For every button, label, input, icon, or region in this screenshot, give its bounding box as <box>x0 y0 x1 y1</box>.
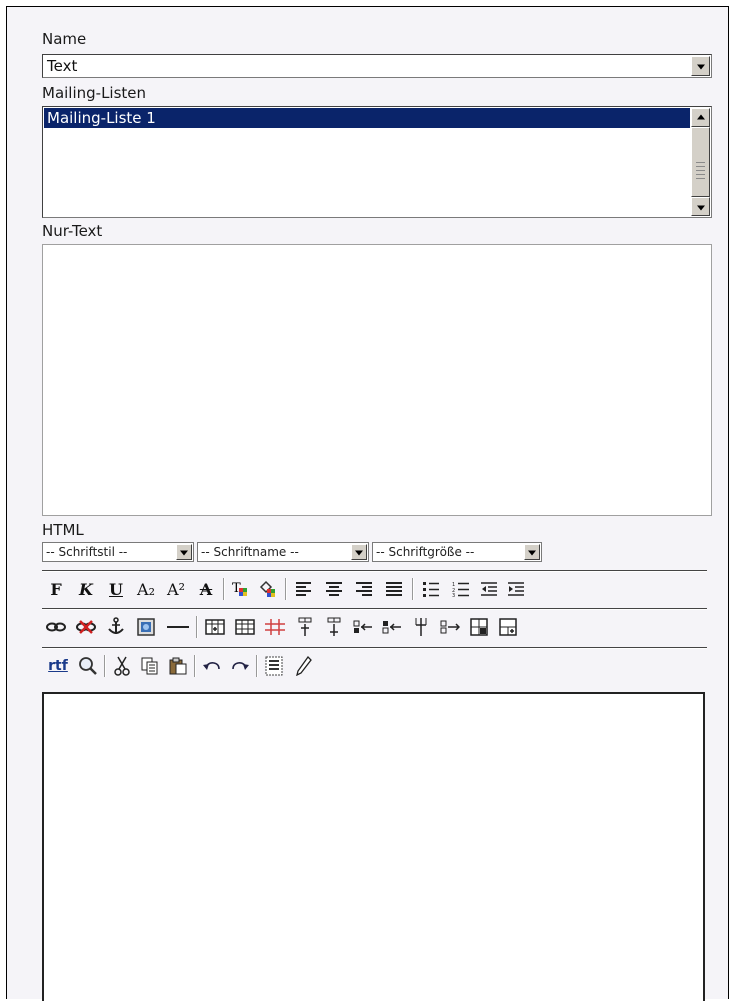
align-left-icon[interactable] <box>292 577 316 601</box>
font-size-select[interactable]: -- Schriftgröße -- <box>372 542 542 562</box>
chevron-down-icon[interactable] <box>351 544 367 560</box>
unordered-list-icon[interactable] <box>419 577 443 601</box>
scroll-up-icon[interactable] <box>691 108 710 127</box>
mailing-lists-label: Mailing-Listen <box>42 84 147 102</box>
insert-row-above-icon[interactable] <box>293 615 317 639</box>
font-size-select-value: -- Schriftgröße -- <box>376 545 475 559</box>
chevron-down-icon[interactable] <box>524 544 540 560</box>
select-all-icon[interactable] <box>262 654 286 678</box>
redo-icon[interactable] <box>228 654 252 678</box>
bold-icon[interactable]: F <box>44 577 68 601</box>
name-select[interactable]: Text <box>42 54 712 78</box>
chevron-down-icon[interactable] <box>691 56 710 76</box>
find-icon[interactable] <box>76 654 100 678</box>
scroll-thumb[interactable] <box>691 127 710 197</box>
indent-icon[interactable] <box>504 577 528 601</box>
paste-rtf-icon[interactable]: rtf <box>44 654 72 678</box>
insert-toolbar <box>42 613 712 641</box>
mailing-lists-listbox[interactable]: Mailing-Liste 1 <box>42 106 712 218</box>
image-icon[interactable] <box>134 615 158 639</box>
insert-column-right-icon[interactable] <box>409 615 433 639</box>
listbox-scrollbar[interactable] <box>691 108 710 216</box>
toolbar-divider <box>42 608 707 610</box>
name-select-value: Text <box>47 57 78 75</box>
delete-row-icon[interactable] <box>351 615 375 639</box>
undo-icon[interactable] <box>200 654 224 678</box>
align-right-icon[interactable] <box>352 577 376 601</box>
svg-text:3: 3 <box>452 593 455 597</box>
html-label: HTML <box>42 521 84 539</box>
text-color-icon[interactable]: T <box>228 577 252 601</box>
italic-icon[interactable]: K <box>74 577 98 601</box>
table-properties-icon[interactable] <box>233 615 257 639</box>
formatting-toolbar: F K U A₂ A² A T 123 <box>42 575 712 603</box>
subscript-icon[interactable]: A₂ <box>134 577 158 601</box>
superscript-icon[interactable]: A² <box>164 577 188 601</box>
cell-properties-icon[interactable] <box>263 615 287 639</box>
horizontal-rule-icon[interactable] <box>166 615 190 639</box>
plain-text-textarea[interactable] <box>42 244 712 516</box>
edit-toolbar: rtf <box>42 652 712 680</box>
insert-row-below-icon[interactable] <box>322 615 346 639</box>
font-style-select-value: -- Schriftstil -- <box>46 545 128 559</box>
font-name-select[interactable]: -- Schriftname -- <box>197 542 369 562</box>
insert-table-icon[interactable] <box>203 615 227 639</box>
anchor-icon[interactable] <box>104 615 128 639</box>
list-item[interactable]: Mailing-Liste 1 <box>44 108 690 128</box>
justify-icon[interactable] <box>382 577 406 601</box>
align-center-icon[interactable] <box>322 577 346 601</box>
insert-column-left-icon[interactable] <box>380 615 404 639</box>
name-label: Name <box>42 30 87 48</box>
font-style-select[interactable]: -- Schriftstil -- <box>42 542 194 562</box>
underline-icon[interactable]: U <box>104 577 128 601</box>
ordered-list-icon[interactable]: 123 <box>449 577 473 601</box>
scroll-down-icon[interactable] <box>691 197 710 216</box>
paste-icon[interactable] <box>166 654 190 678</box>
toolbar-divider <box>42 647 707 649</box>
toolbar-divider <box>42 570 707 572</box>
split-cell-icon[interactable] <box>496 615 520 639</box>
unlink-icon[interactable] <box>74 615 98 639</box>
edit-source-icon[interactable] <box>292 654 316 678</box>
copy-icon[interactable] <box>138 654 162 678</box>
background-color-icon[interactable] <box>256 577 280 601</box>
delete-column-icon[interactable] <box>438 615 462 639</box>
merge-cells-icon[interactable] <box>467 615 491 639</box>
strikethrough-icon[interactable]: A <box>194 577 218 601</box>
link-icon[interactable] <box>44 615 68 639</box>
plain-text-label: Nur-Text <box>42 222 103 240</box>
chevron-down-icon[interactable] <box>176 544 192 560</box>
outdent-icon[interactable] <box>477 577 501 601</box>
font-name-select-value: -- Schriftname -- <box>201 545 299 559</box>
html-editor-area[interactable] <box>42 692 705 1001</box>
cut-icon[interactable] <box>110 654 134 678</box>
